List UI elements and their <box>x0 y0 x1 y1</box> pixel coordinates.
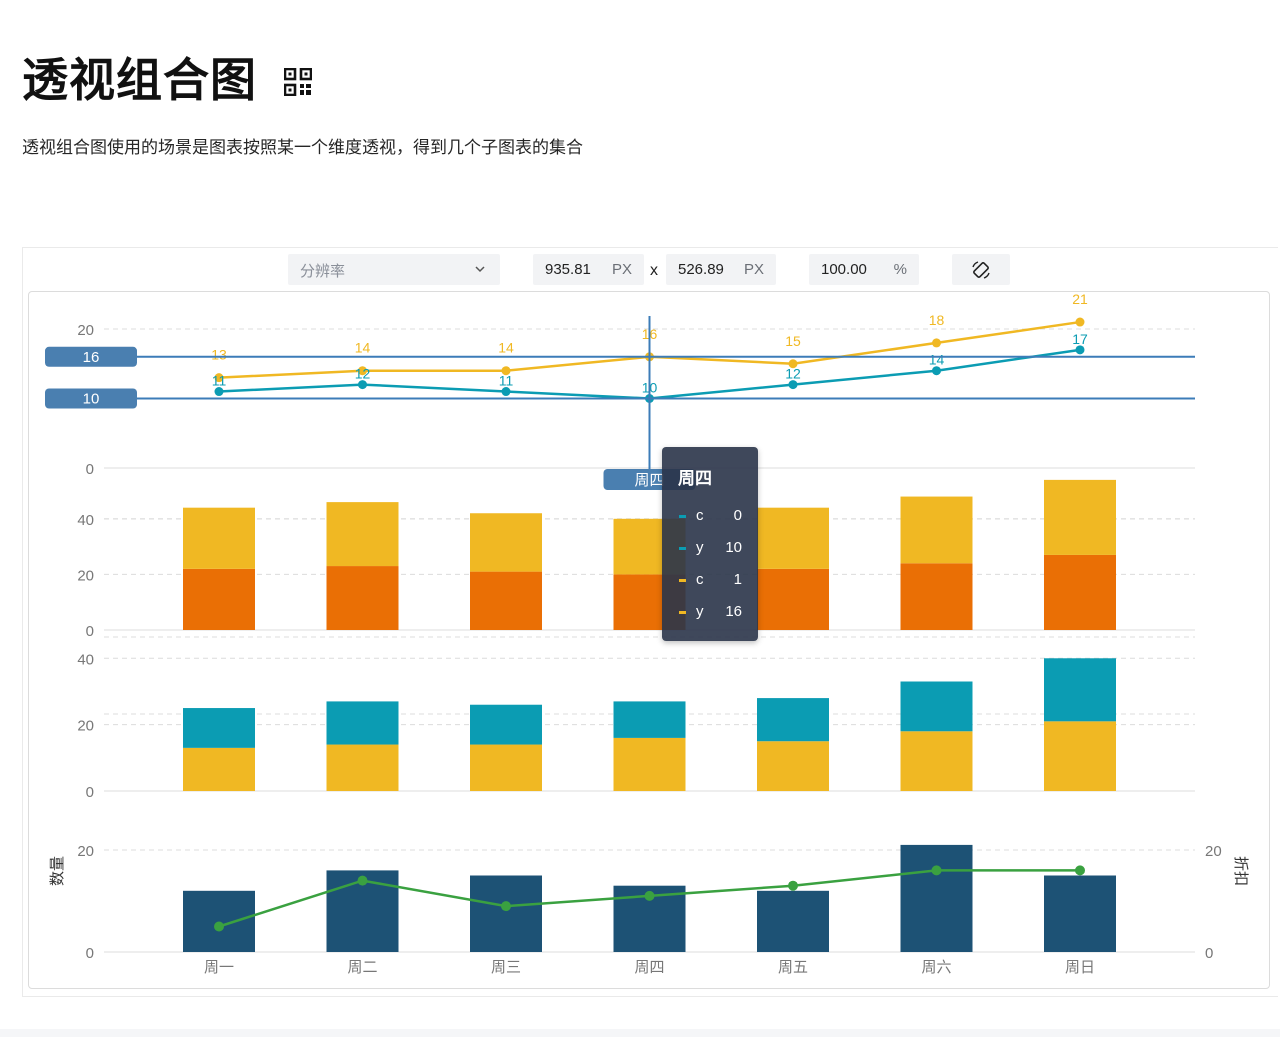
crosshair-y-label: 10 <box>83 391 100 408</box>
bar <box>470 704 542 745</box>
tooltip-value: 0 <box>733 507 742 524</box>
data-label: 14 <box>498 340 514 356</box>
bar <box>326 744 399 791</box>
bar <box>326 502 399 567</box>
bar <box>326 566 399 630</box>
crosshair-x-label: 周四 <box>634 471 664 489</box>
data-point <box>788 880 798 891</box>
y-tick-label: 20 <box>77 567 94 584</box>
y-tick-label: 0 <box>86 784 94 801</box>
y-axis-label: 数量 <box>48 856 66 886</box>
tooltip-marker <box>679 547 686 550</box>
tooltip-key: c <box>696 507 704 524</box>
bar <box>757 741 829 791</box>
y-tick-label: 20 <box>77 322 94 339</box>
bar <box>900 844 973 952</box>
bar <box>1044 479 1116 555</box>
x-tick-label: 周一 <box>204 958 234 976</box>
y-tick-label: 20 <box>77 843 94 860</box>
pivot-combo-chart[interactable]: 0200204002040020020数量 折扣周一 周二 周三 周四 周五 周六 周日13 1… <box>0 0 1280 1037</box>
x-tick-label: 周日 <box>1065 958 1095 976</box>
bar <box>183 568 255 630</box>
y-tick-label: 40 <box>77 512 94 529</box>
y-tick-label: 20 <box>77 718 94 735</box>
chart-tooltip: 周四 c 0 y 10 c 1 y 16 <box>662 447 758 641</box>
tooltip-key: y <box>696 539 704 556</box>
data-label: 12 <box>355 366 371 382</box>
data-point <box>214 921 224 932</box>
data-label: 13 <box>211 347 227 363</box>
y-tick-label-right: 0 <box>1205 945 1213 962</box>
y-axis-label-right: 折扣 <box>1232 856 1250 886</box>
tooltip-title: 周四 <box>678 469 712 489</box>
tooltip-row: c 1 <box>662 570 758 590</box>
bar <box>900 563 973 630</box>
bar <box>470 513 542 572</box>
data-point <box>1075 317 1085 327</box>
x-tick-label: 周六 <box>921 958 951 976</box>
y-tick-label: 0 <box>86 945 94 962</box>
data-label: 14 <box>929 352 945 368</box>
crosshair-y-label: 16 <box>83 349 100 366</box>
bar <box>1044 875 1116 952</box>
tooltip-marker <box>679 579 686 582</box>
bar <box>183 747 255 791</box>
bar <box>900 496 973 564</box>
data-label: 21 <box>1072 291 1088 307</box>
tooltip-row: c 0 <box>662 506 758 526</box>
tooltip-row: y 16 <box>662 602 758 622</box>
tooltip-value: 1 <box>733 571 742 588</box>
y-tick-label: 0 <box>86 461 94 478</box>
y-tick-label-right: 20 <box>1205 843 1222 860</box>
tooltip-key: y <box>696 603 704 620</box>
tooltip-value: 16 <box>725 603 742 620</box>
x-tick-label: 周五 <box>778 958 808 976</box>
bar <box>326 701 399 745</box>
tooltip-marker <box>679 611 686 614</box>
bar <box>613 701 686 738</box>
bar <box>470 875 542 952</box>
page-footer-strip <box>0 1029 1280 1037</box>
bar <box>757 890 829 952</box>
bar <box>900 681 973 732</box>
y-tick-label: 0 <box>86 623 94 640</box>
data-point <box>644 890 655 901</box>
x-tick-label: 周四 <box>634 958 664 976</box>
bar <box>757 568 829 630</box>
x-tick-label: 周二 <box>347 958 377 976</box>
tooltip-key: c <box>696 571 704 588</box>
bar <box>470 744 542 791</box>
data-label: 12 <box>785 366 801 382</box>
data-point <box>931 865 942 876</box>
bar <box>613 737 686 791</box>
x-tick-label: 周三 <box>491 958 521 976</box>
bar <box>900 731 973 791</box>
bar <box>1044 721 1116 791</box>
data-point <box>1075 865 1085 876</box>
y-tick-label: 40 <box>77 651 94 668</box>
data-label: 15 <box>785 333 801 349</box>
bar <box>757 507 829 569</box>
tooltip-marker <box>679 515 686 518</box>
data-label: 18 <box>929 312 945 328</box>
data-label: 17 <box>1072 331 1088 347</box>
data-label: 11 <box>499 373 514 389</box>
bar <box>183 890 255 952</box>
bar <box>183 507 255 569</box>
data-label: 11 <box>212 373 227 389</box>
data-point <box>932 338 941 348</box>
bar <box>1044 554 1116 630</box>
bar <box>183 708 255 748</box>
data-point <box>501 901 511 912</box>
tooltip-row: y 10 <box>662 538 758 558</box>
tooltip-value: 10 <box>725 539 742 556</box>
bar <box>1044 658 1116 722</box>
data-point <box>357 875 368 886</box>
bar <box>470 571 542 630</box>
data-label: 14 <box>355 340 371 356</box>
bar <box>757 698 829 742</box>
